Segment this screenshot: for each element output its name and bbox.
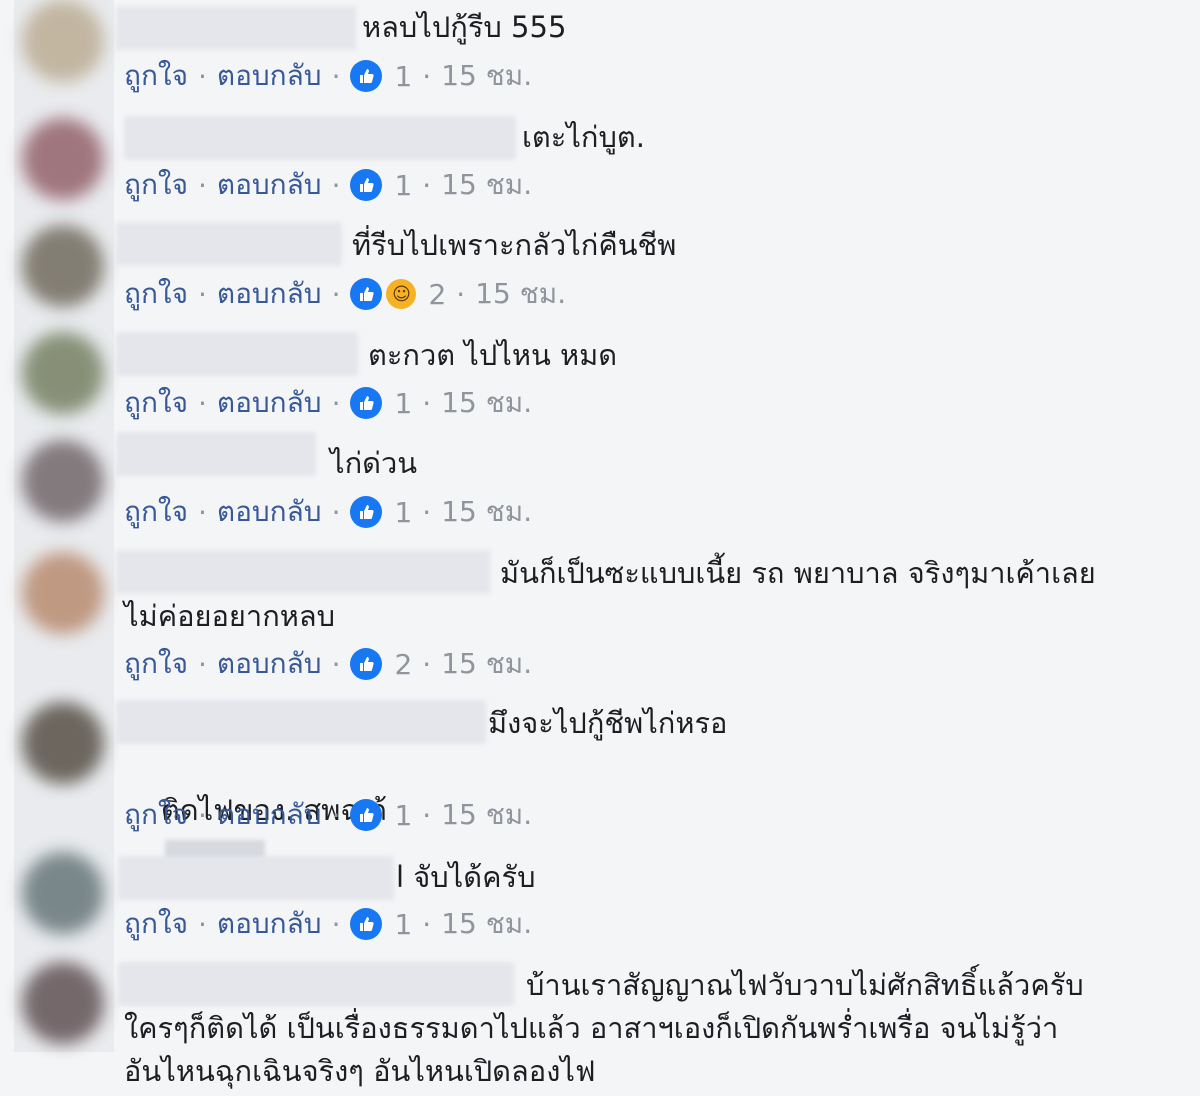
like-button[interactable]: ถูกใจ [124,163,188,207]
comment-actions: ถูกใจ · ตอบกลับ · 2 · 15 ชม. [124,644,532,684]
commenter-name-blurred[interactable] [116,6,356,50]
avatar[interactable] [22,852,104,934]
avatar[interactable] [22,225,104,307]
comment-actions: ถูกใจ · ตอบกลับ · 1 · 15 ชม. [124,56,532,96]
like-icon[interactable] [350,169,383,201]
timestamp[interactable]: 15 ชม. [441,490,532,534]
timestamp[interactable]: 15 ชม. [475,272,566,316]
commenter-name-blurred[interactable] [116,222,342,266]
commenter-name-blurred[interactable] [116,332,358,376]
like-icon[interactable] [350,648,383,680]
like-button[interactable]: ถูกใจ [124,642,188,686]
reply-button[interactable]: ตอบกลับ [217,272,322,316]
like-icon[interactable] [350,278,383,310]
like-icon[interactable] [350,387,383,419]
reaction-count[interactable]: 1 [394,60,412,93]
reaction-count[interactable]: 1 [394,169,412,202]
comment-text: ตะกวต ไปไหน หมด [368,338,618,372]
comment-actions: ถูกใจ · ตอบกลับ · 1 · 15 ชม. [124,165,532,205]
commenter-name-blurred[interactable] [116,550,490,594]
timestamp[interactable]: 15 ชม. [441,642,532,686]
like-button[interactable]: ถูกใจ [124,381,188,425]
comment-text: หลบไปกู้รีบ 555 [362,10,567,44]
comment-text: ไก่ด่วน [330,446,418,480]
like-button[interactable]: ถูกใจ [124,793,188,837]
reaction-count[interactable]: 1 [394,908,412,941]
like-icon[interactable] [350,496,383,528]
comment-text: มันก็เป็นซะแบบเนี้ย รถ พยาบาล จริงๆมาเค้… [500,556,1096,590]
commenter-name-blurred[interactable] [124,116,516,160]
timestamp[interactable]: 15 ชม. [441,54,532,98]
reply-button[interactable]: ตอบกลับ [217,902,322,946]
comment-text: เตะไก่บูต. [522,120,645,154]
comment-text: ที่รีบไปเพราะกลัวไก่คืนชีพ [352,228,677,262]
comment-actions: ถูกใจ · ตอบกลับ · ☺ 2 · 15 ชม. [124,274,566,314]
avatar[interactable] [22,332,104,414]
like-icon[interactable] [350,908,383,940]
avatar[interactable] [22,440,104,522]
timestamp[interactable]: 15 ชม. [441,381,532,425]
reply-button[interactable]: ตอบกลับ [217,793,322,837]
timestamp[interactable]: 15 ชม. [441,793,532,837]
comment-actions: ถูกใจ · ตอบกลับ · 1 · 15 ชม. [124,904,532,944]
like-button[interactable]: ถูกใจ [124,490,188,534]
avatar[interactable] [22,0,104,82]
commenter-name-blurred[interactable] [116,432,316,476]
reply-button[interactable]: ตอบกลับ [217,642,322,686]
comment-actions: ถูกใจ · ตอบกลับ · 1 · 15 ชม. [124,795,532,835]
commenter-name-blurred[interactable] [116,700,486,744]
like-button[interactable]: ถูกใจ [124,54,188,98]
avatar[interactable] [22,962,104,1044]
reaction-count[interactable]: 2 [428,278,446,311]
timestamp[interactable]: 15 ชม. [441,902,532,946]
reaction-count[interactable]: 2 [394,648,412,681]
comment-text-line-2: ไม่ค่อยอยากหลบ [124,599,336,633]
avatar[interactable] [22,552,104,634]
reply-button[interactable]: ตอบกลับ [217,381,322,425]
reply-button[interactable]: ตอบกลับ [217,54,322,98]
comment-text-line-3: อันไหนฉุกเฉินจริงๆ อันไหนเปิดลองไฟ [124,1054,596,1088]
commenter-name-blurred[interactable] [118,856,394,900]
avatar[interactable] [22,118,104,200]
reply-button[interactable]: ตอบกลับ [217,490,322,534]
commenter-name-blurred[interactable] [118,962,514,1006]
avatar[interactable] [22,702,104,784]
timestamp[interactable]: 15 ชม. [441,163,532,207]
like-button[interactable]: ถูกใจ [124,902,188,946]
haha-icon[interactable]: ☺ [386,279,417,309]
comment-text: บ้านเราสัญญาณไฟวับวาบไม่ศักสิทธิ์แล้วครั… [526,968,1084,1002]
reaction-count[interactable]: 1 [394,799,412,832]
comment-text: l จับได้ครับ [396,860,536,894]
comment-actions: ถูกใจ · ตอบกลับ · 1 · 15 ชม. [124,492,532,532]
reply-button[interactable]: ตอบกลับ [217,163,322,207]
like-button[interactable]: ถูกใจ [124,272,188,316]
comment-text: มึงจะไปกู้ชีพไก่หรอ [488,706,728,740]
like-icon[interactable] [350,60,383,92]
reaction-count[interactable]: 1 [394,387,412,420]
reaction-count[interactable]: 1 [394,496,412,529]
comment-text-line-2: ใครๆก็ติดได้ เป็นเรื่องธรรมดาไปแล้ว อาสา… [124,1011,1059,1045]
like-icon[interactable] [350,799,383,831]
comment-actions: ถูกใจ · ตอบกลับ · 1 · 15 ชม. [124,383,532,423]
